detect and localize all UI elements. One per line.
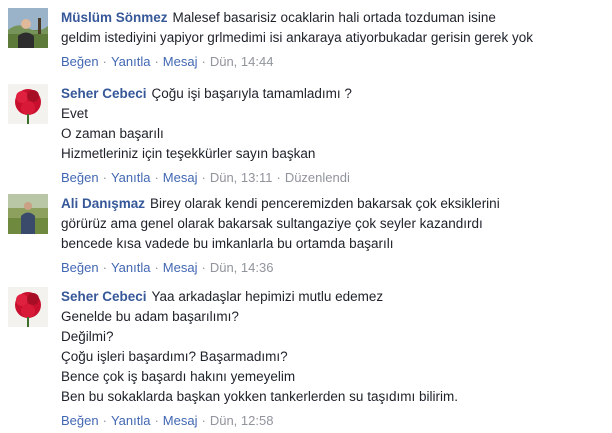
avatar[interactable] [8, 194, 48, 234]
comment-text: Yaa arkadaşlar hepimizi mutlu edemez [151, 289, 384, 304]
comment-body: Müslüm Sönmez Malesef basarisiz ocaklarin… [61, 8, 604, 72]
comment-text-line: görürüz ama genel olarak bakarsak sultan… [61, 216, 483, 231]
avatar[interactable] [8, 287, 48, 327]
reply-link[interactable]: Yanıtla [111, 413, 151, 428]
comment-text-line: O zaman başarılı [61, 126, 164, 141]
comment-text-line: Genelde bu adam başarılımı? [61, 309, 239, 324]
comment-text-line: Ben bu sokaklarda başkan yokken tankerle… [61, 389, 458, 404]
comment-text: Çoğu işi başarıyla tamamladımı ? [151, 86, 352, 101]
message-link[interactable]: Mesaj [163, 260, 198, 275]
comment-text-line: geldim istediyini yapiyor grlmedimi isi … [61, 30, 533, 45]
comment-author[interactable]: Seher Cebeci [61, 289, 147, 304]
comment-text-line: Çoğu işleri başardımı? Başarmadımı? [61, 349, 288, 364]
reply-link[interactable]: Yanıtla [111, 170, 151, 185]
comment-text-line: Değilmi? [61, 329, 114, 344]
comment-text: Birey olarak kendi penceremizden bakarsa… [150, 196, 500, 211]
comment-body: Seher Cebeci Yaa arkadaşlar hepimizi mutl… [61, 287, 604, 431]
comment-author[interactable]: Ali Danışmaz [61, 196, 145, 211]
timestamp[interactable]: Dün, 14:36 [210, 260, 274, 275]
comment-actions: Beğen · Yanıtla · Mesaj · Dün, 12:58 [61, 413, 274, 428]
reply-link[interactable]: Yanıtla [111, 260, 151, 275]
timestamp[interactable]: Dün, 13:11 [210, 170, 273, 185]
comment-text-line: Evet [61, 106, 89, 121]
message-link[interactable]: Mesaj [163, 170, 198, 185]
timestamp[interactable]: Dün, 12:58 [210, 413, 274, 428]
comment-actions: Beğen · Yanıtla · Mesaj · Dün, 14:36 [61, 260, 274, 275]
comment-text-line: Hizmetleriniz için teşekkürler sayın baş… [61, 146, 316, 161]
like-link[interactable]: Beğen [61, 413, 99, 428]
comment-body: Seher Cebeci Çoğu işi başarıyla tamamladı… [61, 84, 604, 188]
comment-text-line: bencede kısa vadede bu imkanlarla bu ort… [61, 236, 394, 251]
reply-link[interactable]: Yanıtla [111, 54, 151, 69]
timestamp[interactable]: Dün, 14:44 [210, 54, 274, 69]
comment-text-line: Bence çok iş başardı hakını yemeyelim [61, 369, 296, 384]
avatar[interactable] [8, 84, 48, 124]
message-link[interactable]: Mesaj [163, 54, 198, 69]
like-link[interactable]: Beğen [61, 260, 99, 275]
comment-actions: Beğen · Yanıtla · Mesaj · Dün, 13:11 · Düzenlend… [61, 170, 350, 185]
avatar[interactable] [8, 8, 48, 48]
message-link[interactable]: Mesaj [163, 413, 198, 428]
like-link[interactable]: Beğen [61, 54, 99, 69]
comment-author[interactable]: Seher Cebeci [61, 86, 147, 101]
comment-body: Ali Danışmaz Birey olarak kendi penceremi… [61, 194, 604, 278]
comment-actions: Beğen · Yanıtla · Mesaj · Dün, 14:44 [61, 54, 274, 69]
comment-text: Malesef basarisiz ocaklarin hali ortada … [172, 10, 496, 25]
comment-author[interactable]: Müslüm Sönmez [61, 10, 168, 25]
edited-label[interactable]: Düzenlendi [285, 170, 350, 185]
like-link[interactable]: Beğen [61, 170, 99, 185]
